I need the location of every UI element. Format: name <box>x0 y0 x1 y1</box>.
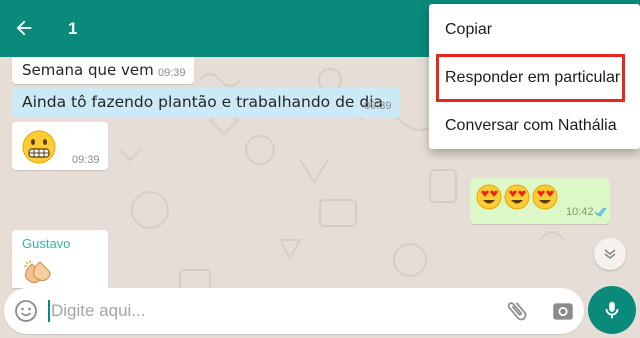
message-bubble-incoming[interactable]: Semana que vem 09:39 <box>12 57 194 84</box>
menu-item-message-contact[interactable]: Conversar com Nathália <box>429 102 640 150</box>
heart-eyes-emojis <box>476 184 558 210</box>
message-input[interactable]: Digite aqui... <box>51 301 146 321</box>
highlight-annotation <box>436 54 625 102</box>
message-bubble-incoming[interactable]: 09:39 <box>12 122 108 170</box>
heart-eyes-emoji-icon <box>532 184 558 210</box>
message-time: 10:42 <box>566 206 594 218</box>
message-bubble-outgoing[interactable]: 10:42 <box>470 178 610 224</box>
sender-name: Gustavo <box>22 236 71 251</box>
menu-item-copy[interactable]: Copiar <box>429 6 640 54</box>
message-text: Ainda tô fazendo plantão e trabalhando d… <box>22 93 384 111</box>
arrow-left-icon <box>16 20 32 36</box>
clapping-hands-emoji <box>24 260 51 284</box>
selected-count: 1 <box>68 19 78 38</box>
message-time: 09:39 <box>158 67 186 79</box>
message-bubble-incoming[interactable]: Gustavo <box>12 230 108 288</box>
back-button[interactable] <box>10 14 38 42</box>
heart-eyes-emoji-icon <box>476 184 502 210</box>
grimacing-face-emoji <box>22 130 56 164</box>
message-time: 09:39 <box>364 100 392 112</box>
message-bubble-selected[interactable]: Ainda tô fazendo plantão e trabalhando d… <box>12 88 400 118</box>
message-input-bar: Digite aqui... <box>4 288 584 334</box>
text-cursor <box>48 300 50 322</box>
scroll-to-bottom-button[interactable] <box>594 238 626 270</box>
paperclip-icon[interactable] <box>504 298 530 324</box>
double-chevron-down-icon <box>604 249 616 260</box>
camera-icon[interactable] <box>550 298 576 324</box>
double-check-read-icon <box>594 207 607 218</box>
message-text: Semana que vem <box>22 61 154 79</box>
heart-eyes-emoji-icon <box>504 184 530 210</box>
emoji-icon[interactable] <box>14 299 38 323</box>
message-time: 09:39 <box>72 154 100 166</box>
microphone-button[interactable] <box>588 286 636 334</box>
microphone-icon <box>605 301 619 319</box>
